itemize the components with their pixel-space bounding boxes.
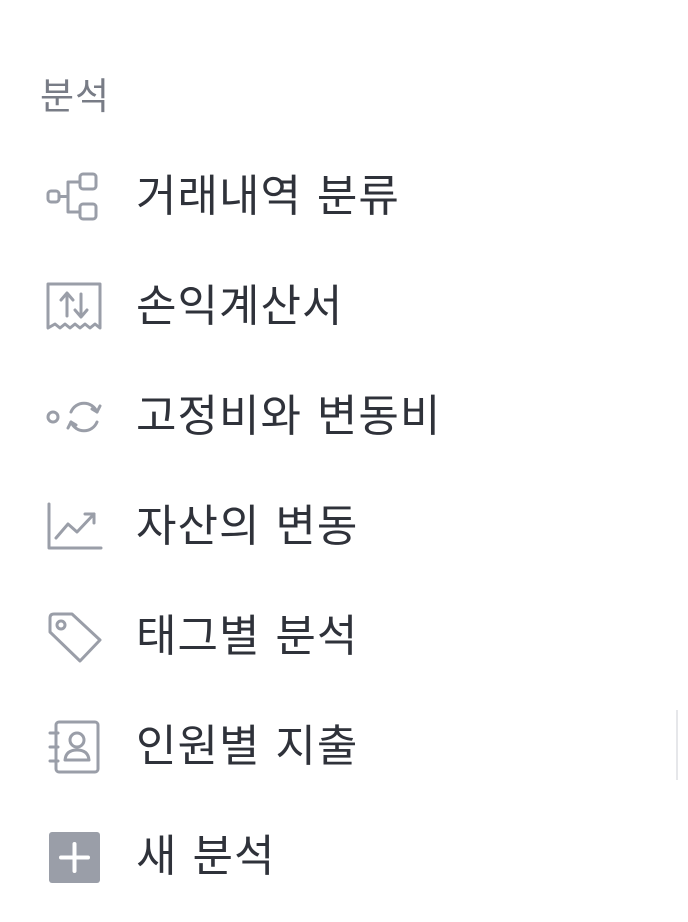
trend-chart-icon xyxy=(44,500,104,554)
menu-item-label: 태그별 분석 xyxy=(136,611,359,662)
menu-item-label: 거래내역 분류 xyxy=(136,171,400,222)
menu-item-label: 새 분석 xyxy=(136,831,276,882)
tag-icon xyxy=(44,610,104,664)
menu-item-label: 인원별 지출 xyxy=(136,721,359,772)
menu-item-transaction-classification[interactable]: 거래내역 분류 xyxy=(0,142,688,252)
plus-square-icon xyxy=(44,830,104,884)
menu-item-label: 손익계산서 xyxy=(136,281,344,332)
receipt-updown-icon xyxy=(44,280,104,334)
menu-item-fixed-variable-costs[interactable]: 고정비와 변동비 xyxy=(0,362,688,472)
cycle-icon xyxy=(44,390,104,444)
section-title: 분석 xyxy=(40,75,111,118)
menu-item-income-statement[interactable]: 손익계산서 xyxy=(0,252,688,362)
contact-book-icon xyxy=(44,720,104,774)
menu-item-label: 고정비와 변동비 xyxy=(136,391,442,442)
menu-item-new-analysis[interactable]: 새 분석 xyxy=(0,802,688,912)
scrollbar[interactable] xyxy=(676,710,678,780)
flow-branch-icon xyxy=(44,170,104,224)
analysis-menu: 거래내역 분류 손익계산서 고정비와 변동비 자산의 변동 태그별 분석 인원별… xyxy=(0,142,688,912)
menu-item-asset-changes[interactable]: 자산의 변동 xyxy=(0,472,688,582)
menu-item-analysis-by-tag[interactable]: 태그별 분석 xyxy=(0,582,688,692)
menu-item-label: 자산의 변동 xyxy=(136,501,359,552)
menu-item-spending-by-person[interactable]: 인원별 지출 xyxy=(0,692,688,802)
